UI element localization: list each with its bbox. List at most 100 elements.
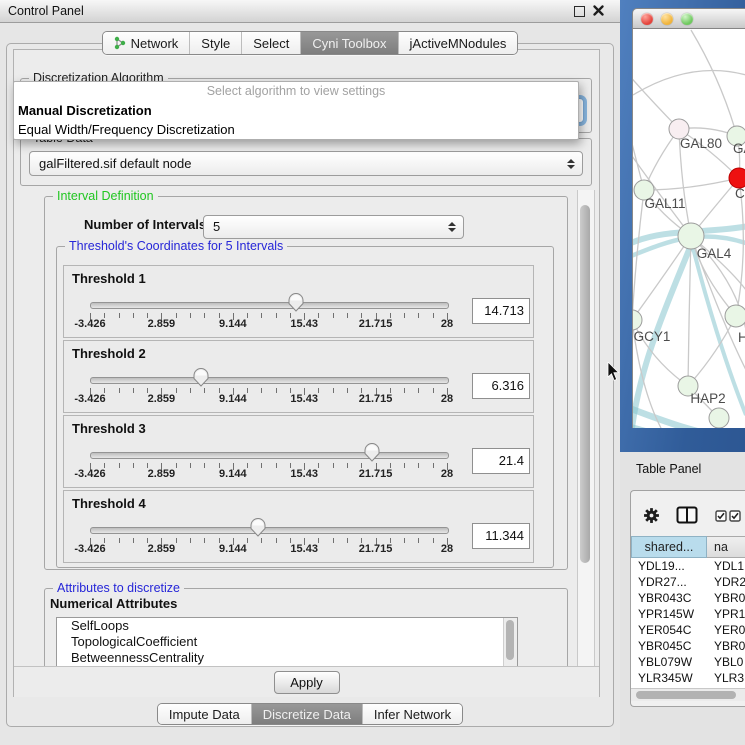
close-traffic-light-icon[interactable] [641, 13, 653, 25]
table-row[interactable]: YER054CYER0 [631, 622, 745, 638]
list-scrollbar-thumb[interactable] [506, 620, 514, 660]
zoom-traffic-light-icon[interactable] [681, 13, 693, 25]
top-tab-bar: Network Style Select Cyni Toolbox jActiveMNo… [0, 31, 620, 55]
table-cell: YBR0 [707, 638, 745, 654]
thresholds-group: Threshold's Coordinates for 5 Intervals … [56, 246, 554, 568]
network-node-gcy1[interactable] [633, 310, 642, 330]
dropdown-option[interactable]: Manual Discretization [14, 101, 578, 120]
network-canvas[interactable]: GAL80GACGAL11GAL4GCY1HHAP2 [632, 29, 745, 428]
table-hscrollbar[interactable] [631, 688, 745, 701]
threshold-value-field[interactable]: 14.713 [472, 298, 530, 324]
slider-thumb[interactable] [364, 443, 380, 462]
threshold-label: Threshold 3 [72, 421, 146, 436]
table-row[interactable]: YDL19...YDL1 [631, 558, 745, 574]
tab-label: Style [201, 36, 230, 51]
table-data-value: galFiltered.sif default node [39, 152, 191, 175]
control-panel-window: Control Panel Network Style Select Cyni Too… [0, 0, 620, 745]
table-hscrollbar-thumb[interactable] [636, 691, 736, 699]
network-node-c[interactable] [729, 168, 745, 188]
network-edge [633, 71, 745, 96]
network-node-label: H [738, 330, 745, 345]
slider-thumb[interactable] [250, 518, 266, 537]
network-node-h[interactable] [725, 305, 745, 327]
tab-cyni-toolbox[interactable]: Cyni Toolbox [301, 32, 398, 54]
attribute-list-item[interactable]: BetweennessCentrality [57, 650, 517, 666]
table-data-combobox[interactable]: galFiltered.sif default node [29, 151, 583, 176]
table-cell: YPR1 [707, 606, 745, 622]
list-scrollbar[interactable] [503, 618, 517, 666]
table-cell: YBR045C [631, 638, 707, 654]
tab-network[interactable]: Network [103, 32, 191, 54]
interval-definition-legend: Interval Definition [53, 190, 158, 203]
numerical-attributes-list[interactable]: SelfLoopsTopologicalCoefficientBetweenne… [56, 617, 518, 666]
minimize-traffic-light-icon[interactable] [661, 13, 673, 25]
threshold-panel: Threshold 2-3.4262.8599.14415.4321.71528… [63, 340, 534, 413]
network-edge [633, 236, 691, 320]
table-cell: YPR145W [631, 606, 707, 622]
tab-jactivemnodules[interactable]: jActiveMNodules [399, 32, 518, 54]
split-panel-icon[interactable] [676, 506, 698, 524]
close-icon[interactable] [593, 5, 604, 16]
table-panel-title: Table Panel [636, 462, 701, 476]
number-of-intervals-label: Number of Intervals [84, 217, 206, 232]
table-cell: YER0 [707, 622, 745, 638]
window-title: Control Panel [8, 4, 84, 18]
apply-button[interactable]: Apply [274, 671, 340, 694]
table-row[interactable]: YBR045CYBR0 [631, 638, 745, 654]
threshold-value-field[interactable]: 11.344 [472, 523, 530, 549]
slider-tick-label: 9.144 [203, 393, 263, 405]
table-row[interactable]: YPR145WYPR1 [631, 606, 745, 622]
threshold-value-field[interactable]: 6.316 [472, 373, 530, 399]
tab-infer-network[interactable]: Infer Network [363, 704, 462, 724]
slider-tick-label: 15.43 [274, 468, 334, 480]
panel-scrollbar[interactable] [577, 190, 595, 666]
table-panel-window: shared... na YDL19...YDL1YDR27...YDR2YBR… [630, 490, 745, 707]
mouse-cursor [607, 362, 621, 382]
tab-label: jActiveMNodules [410, 36, 507, 51]
number-of-intervals-combobox[interactable]: 5 [203, 215, 464, 239]
slider-thumb[interactable] [288, 293, 304, 312]
table-cell: YDR27... [631, 574, 707, 590]
tab-impute-data[interactable]: Impute Data [158, 704, 252, 724]
network-edge [633, 60, 679, 129]
slider-tick-label: -3.426 [60, 393, 120, 405]
combo-stepper-icon [567, 159, 575, 169]
table-row[interactable]: YBR043CYBR0 [631, 590, 745, 606]
threshold-value-field[interactable]: 21.4 [472, 448, 530, 474]
slider-tick-label: 21.715 [346, 468, 406, 480]
table-row[interactable]: YDR27...YDR2 [631, 574, 745, 590]
float-window-icon[interactable] [574, 6, 585, 17]
dropdown-option[interactable]: Equal Width/Frequency Discretization [14, 120, 578, 139]
checkbox-icon[interactable] [715, 510, 727, 522]
tab-label: Cyni Toolbox [312, 36, 386, 51]
tab-discretize-data[interactable]: Discretize Data [252, 704, 363, 724]
checkbox-icon[interactable] [729, 510, 741, 522]
attribute-list-item[interactable]: SelfLoops [57, 618, 517, 634]
slider-track[interactable] [90, 527, 449, 534]
settings-viewport: Interval Definition Number of Intervals … [14, 190, 577, 666]
slider-tick-label: -3.426 [60, 318, 120, 330]
panel-scrollbar-thumb[interactable] [580, 205, 590, 563]
table-cell: YDR2 [707, 574, 745, 590]
network-node-label: C [735, 186, 745, 201]
column-header-name[interactable]: na [707, 536, 745, 558]
threshold-label: Threshold 2 [72, 346, 146, 361]
numerical-attributes-label: Numerical Attributes [50, 596, 177, 611]
table-panel-area: Table Panel shared... na YDL19...YDL1YDR… [620, 452, 745, 745]
tab-style[interactable]: Style [190, 32, 242, 54]
slider-track[interactable] [90, 377, 449, 384]
network-node[interactable] [709, 408, 729, 428]
attribute-list-item[interactable]: TopologicalCoefficient [57, 634, 517, 650]
slider-track[interactable] [90, 302, 449, 309]
table-row[interactable]: YLR345WYLR3 [631, 670, 745, 686]
column-header-shared[interactable]: shared... [631, 536, 707, 558]
network-node-label: HAP2 [690, 391, 725, 406]
slider-track[interactable] [90, 452, 449, 459]
tab-select[interactable]: Select [242, 32, 301, 54]
slider-tick-label: 2.859 [131, 543, 191, 555]
slider-thumb[interactable] [193, 368, 209, 387]
table-row[interactable]: YBL079WYBL0 [631, 654, 745, 670]
combo-stepper-icon [448, 222, 456, 232]
gear-icon[interactable] [643, 507, 660, 524]
slider-tick-label: 28 [417, 393, 477, 405]
